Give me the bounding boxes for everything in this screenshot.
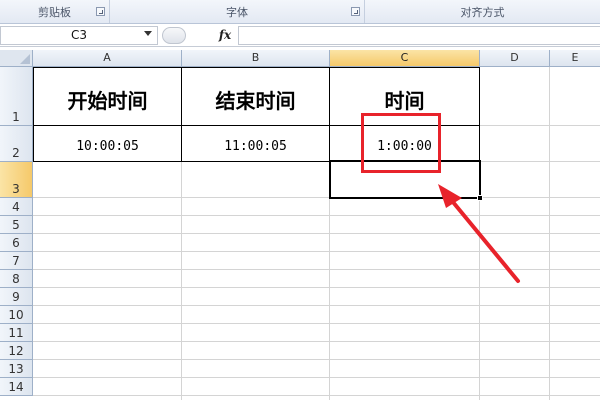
formula-input[interactable] — [238, 26, 600, 45]
insert-function-icon[interactable]: fx — [215, 27, 235, 44]
worksheet-grid[interactable]: A B C D E 1 2 3 4 5 6 7 8 9 10 11 12 13 … — [0, 50, 600, 400]
formula-bar-resize-handle[interactable] — [162, 27, 186, 44]
ribbon-group-clipboard: 剪贴板 — [0, 0, 110, 23]
name-box-dropdown-icon[interactable] — [144, 31, 152, 36]
ribbon-group-labels: 剪贴板 字体 对齐方式 — [0, 0, 600, 24]
clipboard-dialog-launcher-icon[interactable] — [96, 7, 105, 16]
clipboard-group-label: 剪贴板 — [38, 5, 71, 19]
name-box[interactable]: C3 — [0, 26, 158, 45]
alignment-group-label: 对齐方式 — [460, 5, 505, 19]
ribbon-group-alignment: 对齐方式 — [365, 0, 600, 23]
formula-bar: C3 fx — [0, 24, 600, 47]
annotation-arrow-icon — [438, 184, 520, 283]
font-dialog-launcher-icon[interactable] — [351, 7, 360, 16]
ribbon-group-font: 字体 — [110, 0, 365, 23]
font-group-label: 字体 — [226, 5, 248, 19]
